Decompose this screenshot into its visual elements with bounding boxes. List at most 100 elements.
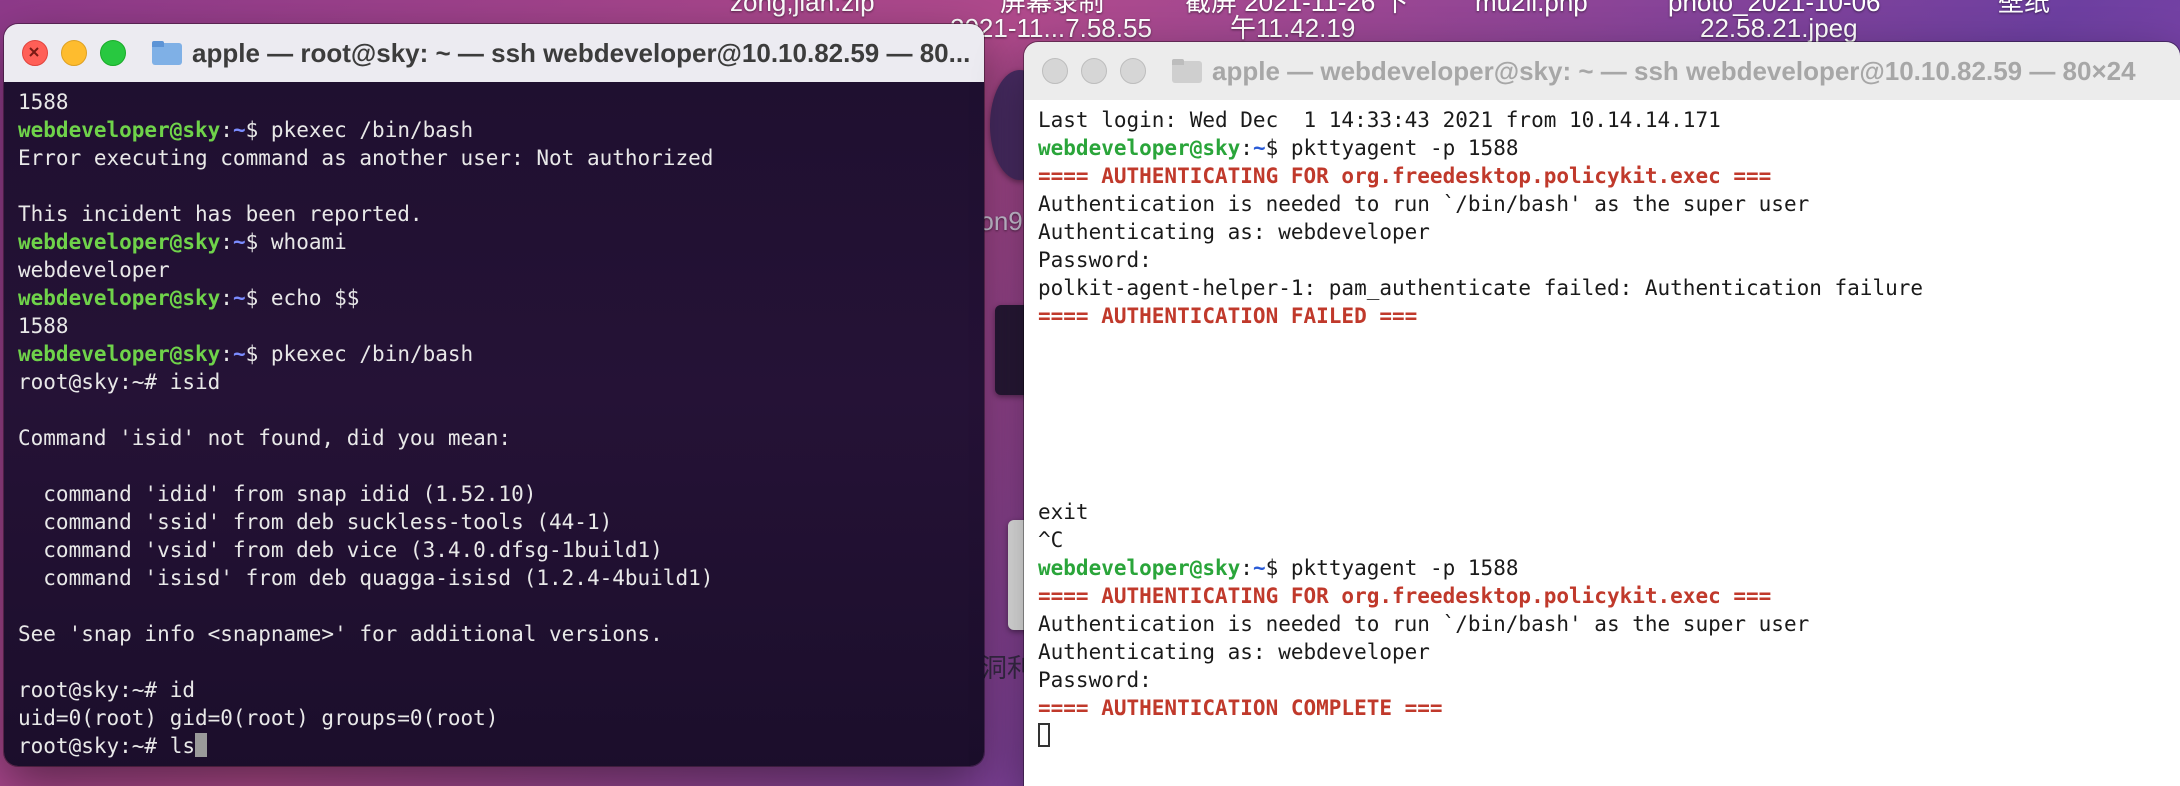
prompt-user: webdeveloper@sky	[18, 230, 221, 254]
output-line: exit	[1038, 498, 2166, 526]
command-text: echo $$	[270, 286, 360, 310]
prompt-colon: :	[220, 118, 233, 142]
command-text: pkexec /bin/bash	[270, 342, 474, 366]
output-line: ==== AUTHENTICATING FOR org.freedesktop.…	[1038, 162, 2166, 190]
output-line: root@sky:~# id	[18, 676, 970, 704]
terminal-window-webdeveloper[interactable]: apple — webdeveloper@sky: ~ — ssh webdev…	[1024, 42, 2180, 786]
output-line	[1038, 722, 2166, 750]
output-line: root@sky:~# ls	[18, 732, 970, 760]
prompt-symbol: $	[245, 230, 271, 254]
prompt-colon: :	[1240, 136, 1253, 160]
output-text: See 'snap info <snapname>' for additiona…	[18, 622, 663, 646]
output-line: uid=0(root) gid=0(root) groups=0(root)	[18, 704, 970, 732]
auth-status-text: ==== AUTHENTICATION FAILED ===	[1038, 304, 1418, 328]
folder-icon	[1172, 59, 1202, 83]
prompt-line: webdeveloper@sky:~$ whoami	[18, 228, 970, 256]
output-text: Authenticating as: webdeveloper	[1038, 640, 1430, 664]
output-text: root@sky:~# ls	[18, 734, 196, 758]
output-text: Password:	[1038, 668, 1152, 692]
prompt-symbol: $	[245, 342, 271, 366]
output-line: Authentication is needed to run `/bin/ba…	[1038, 190, 2166, 218]
output-text: exit	[1038, 500, 1089, 524]
prompt-symbol: $	[1265, 136, 1291, 160]
desktop-file-label[interactable]: zong,jian.zip	[730, 0, 875, 18]
output-line: ^C	[1038, 526, 2166, 554]
output-line: ==== AUTHENTICATION COMPLETE ===	[1038, 694, 2166, 722]
output-text: This incident has been reported.	[18, 202, 423, 226]
output-line: command 'isisd' from deb quagga-isisd (1…	[18, 564, 970, 592]
command-text: pkttyagent -p 1588	[1290, 136, 1519, 160]
zoom-icon[interactable]	[100, 40, 126, 66]
output-text: Last login: Wed Dec 1 14:33:43 2021 from…	[1038, 108, 1721, 132]
prompt-user: webdeveloper@sky	[18, 286, 221, 310]
command-text: whoami	[270, 230, 347, 254]
output-text: polkit-agent-helper-1: pam_authenticate …	[1038, 276, 1924, 300]
minimize-icon[interactable]	[1081, 58, 1107, 84]
prompt-user: webdeveloper@sky	[1038, 556, 1241, 580]
desktop-file-label[interactable]: 午11.42.19	[1230, 12, 1355, 44]
window-controls	[1024, 58, 1146, 84]
prompt-path: ~	[232, 118, 246, 142]
window-title-text: apple — webdeveloper@sky: ~ — ssh webdev…	[1212, 55, 2136, 86]
prompt-line: webdeveloper@sky:~$ pkexec /bin/bash	[18, 116, 970, 144]
output-line: 1588	[18, 88, 970, 116]
output-text: ^C	[1038, 528, 1064, 552]
prompt-path: ~	[232, 342, 246, 366]
output-text: Authenticating as: webdeveloper	[1038, 220, 1430, 244]
output-text: command 'vsid' from deb vice (3.4.0.dfsg…	[18, 538, 663, 562]
command-text: pkttyagent -p 1588	[1290, 556, 1519, 580]
output-text: Authentication is needed to run `/bin/ba…	[1038, 192, 1810, 216]
output-text: command 'ssid' from deb suckless-tools (…	[18, 510, 613, 534]
output-line: This incident has been reported.	[18, 200, 970, 228]
folder-icon	[152, 41, 182, 65]
prompt-user: webdeveloper@sky	[18, 342, 221, 366]
output-text: 1588	[18, 314, 69, 338]
prompt-line: webdeveloper@sky:~$ pkexec /bin/bash	[18, 340, 970, 368]
prompt-line: webdeveloper@sky:~$ pkttyagent -p 1588	[1038, 554, 2166, 582]
output-line: Authentication is needed to run `/bin/ba…	[1038, 610, 2166, 638]
command-text: pkexec /bin/bash	[270, 118, 474, 142]
window-title: apple — root@sky: ~ — ssh webdeveloper@1…	[152, 38, 970, 69]
output-line: ==== AUTHENTICATION FAILED ===	[1038, 302, 2166, 330]
prompt-line: webdeveloper@sky:~$ echo $$	[18, 284, 970, 312]
terminal-window-root[interactable]: apple — root@sky: ~ — ssh webdeveloper@1…	[4, 24, 984, 766]
text-cursor	[195, 733, 208, 757]
desktop-file-label[interactable]: 壁纸	[1998, 0, 2050, 18]
window-titlebar[interactable]: apple — webdeveloper@sky: ~ — ssh webdev…	[1024, 42, 2180, 100]
close-icon[interactable]	[1042, 58, 1068, 84]
close-icon[interactable]	[22, 40, 48, 66]
output-text: 1588	[18, 90, 69, 114]
window-titlebar[interactable]: apple — root@sky: ~ — ssh webdeveloper@1…	[4, 24, 984, 82]
output-line: Password:	[1038, 246, 2166, 274]
output-text: Command 'isid' not found, did you mean:	[18, 426, 512, 450]
prompt-path: ~	[232, 286, 246, 310]
desktop-file-label[interactable]: mu2ii.php	[1475, 0, 1588, 18]
output-text: Authentication is needed to run `/bin/ba…	[1038, 612, 1810, 636]
minimize-icon[interactable]	[61, 40, 87, 66]
terminal-output[interactable]: 1588 webdeveloper@sky:~$ pkexec /bin/bash…	[4, 82, 984, 766]
terminal-output[interactable]: Last login: Wed Dec 1 14:33:43 2021 from…	[1024, 100, 2180, 786]
prompt-colon: :	[220, 286, 233, 310]
prompt-user: webdeveloper@sky	[18, 118, 221, 142]
auth-status-text: ==== AUTHENTICATION COMPLETE ===	[1038, 696, 1443, 720]
prompt-symbol: $	[245, 118, 271, 142]
window-title: apple — webdeveloper@sky: ~ — ssh webdev…	[1172, 56, 2136, 87]
output-text: Password:	[1038, 248, 1152, 272]
desktop-file-label[interactable]: 22.58.21.jpeg	[1700, 12, 1858, 44]
zoom-icon[interactable]	[1120, 58, 1146, 84]
prompt-colon: :	[220, 230, 233, 254]
window-title-text: apple — root@sky: ~ — ssh webdeveloper@1…	[192, 37, 971, 68]
prompt-symbol: $	[245, 286, 271, 310]
prompt-user: webdeveloper@sky	[1038, 136, 1241, 160]
output-line: command 'vsid' from deb vice (3.4.0.dfsg…	[18, 536, 970, 564]
output-text: root@sky:~# id	[18, 678, 196, 702]
output-line: Error executing command as another user:…	[18, 144, 970, 172]
